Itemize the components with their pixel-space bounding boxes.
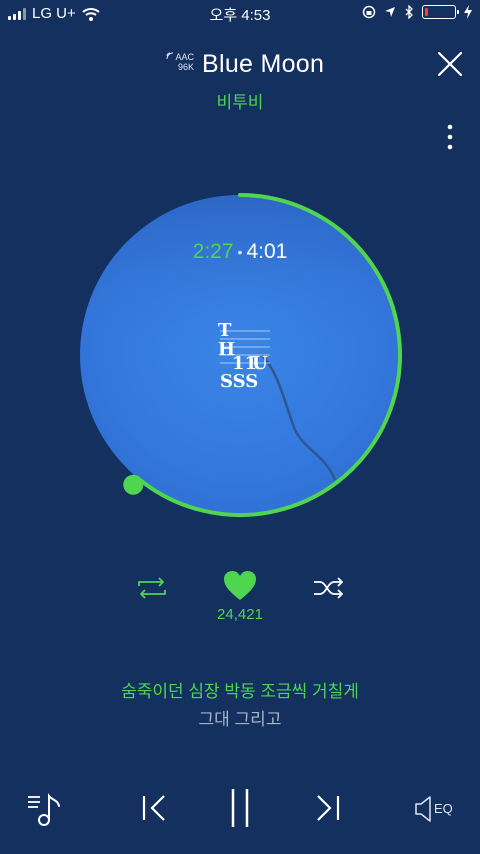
close-button[interactable] [436,50,464,78]
audio-quality-badge: AAC 96K [164,52,194,72]
playlist-music-icon [28,793,60,826]
time-separator: • [237,244,243,261]
status-bar: LG U+ 오후 4:53 [0,0,480,28]
like-count: 24,421 [217,606,263,623]
quality-bitrate: 96K [177,62,194,72]
speaker-icon [415,796,431,822]
more-vertical-icon [447,124,453,150]
like-button[interactable] [222,570,258,602]
eq-label: EQ [434,801,453,816]
signal-wave-icon [166,52,174,60]
next-track-icon [317,795,340,821]
charging-icon [464,5,472,19]
playback-controls: EQ [0,780,480,840]
lyrics-next-line[interactable]: 그대 그리고 [0,705,480,730]
repeat-icon [138,577,166,599]
artist-name[interactable]: 비투비 [0,88,480,113]
progress-knob[interactable] [123,474,144,495]
battery-icon [422,5,459,19]
pause-icon [231,789,249,827]
equalizer-button[interactable]: EQ [414,794,464,824]
shuffle-button[interactable] [312,576,346,600]
shuffle-icon [314,577,343,599]
previous-button[interactable] [140,794,168,822]
next-button[interactable] [314,794,342,822]
elapsed-time: 2:27 [192,240,234,263]
rotation-lock-icon [362,5,376,19]
repeat-button[interactable] [136,576,168,600]
status-right [362,5,472,19]
pause-button[interactable] [228,788,252,828]
song-title: Blue Moon [202,50,325,78]
lyrics-current-line[interactable]: 숨죽이던 심장 박동 조금씩 거칠게 [0,677,480,702]
close-icon [437,51,463,77]
more-options-button[interactable] [440,122,460,152]
total-time: 4:01 [246,240,288,263]
bluetooth-icon [405,5,413,19]
battery-fill [425,8,428,16]
location-icon [385,7,395,17]
previous-track-icon [142,795,165,821]
time-display: 2:27 • 4:01 [0,240,480,264]
playlist-button[interactable] [26,788,66,828]
heart-icon [224,571,256,600]
